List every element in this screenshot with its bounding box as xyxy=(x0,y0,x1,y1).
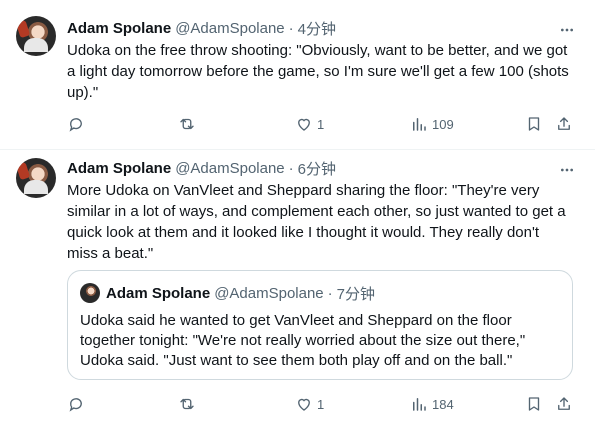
like-button[interactable]: 1 xyxy=(295,112,324,136)
reply-icon xyxy=(69,398,82,412)
avatar[interactable] xyxy=(16,16,56,56)
like-count: 1 xyxy=(317,396,325,412)
tweet-actions: 1 109 xyxy=(67,112,582,136)
views-button[interactable]: 184 xyxy=(410,392,454,416)
quoted-tweet-header: Adam Spolane @AdamSpolane · 7分钟 xyxy=(106,283,375,303)
reply-button[interactable] xyxy=(67,112,89,136)
author-name[interactable]: Adam Spolane xyxy=(67,160,171,177)
author-name[interactable]: Adam Spolane xyxy=(67,20,171,37)
views-chart-icon xyxy=(413,398,426,411)
more-horizontal-icon[interactable] xyxy=(557,20,577,40)
bookmark-icon xyxy=(528,117,540,131)
separator-dot: · xyxy=(327,284,333,302)
tweet[interactable]: Adam Spolane @AdamSpolane · 6分钟 More Udo… xyxy=(0,150,595,423)
retweet-icon xyxy=(180,398,194,410)
author-handle[interactable]: @AdamSpolane xyxy=(175,160,284,177)
separator-dot: · xyxy=(288,159,294,177)
reply-icon xyxy=(69,118,82,132)
share-icon xyxy=(558,117,570,130)
views-chart-icon xyxy=(413,118,426,131)
tweet-text: Udoka on the free throw shooting: "Obvio… xyxy=(67,42,569,101)
views-count: 109 xyxy=(432,116,454,132)
quoted-tweet[interactable]: Adam Spolane @AdamSpolane · 7分钟 Udoka sa… xyxy=(67,270,573,380)
timestamp[interactable]: 6分钟 xyxy=(298,158,336,179)
share-button[interactable] xyxy=(555,112,573,136)
retweet-button[interactable] xyxy=(178,392,200,416)
tweet-header: Adam Spolane @AdamSpolane · 4分钟 xyxy=(67,18,336,38)
bookmark-button[interactable] xyxy=(525,392,543,416)
retweet-icon xyxy=(180,118,194,130)
tweet-text: More Udoka on VanVleet and Sheppard shar… xyxy=(67,182,566,262)
quoted-avatar xyxy=(80,283,100,303)
reply-button[interactable] xyxy=(67,392,89,416)
like-count: 1 xyxy=(317,116,325,132)
tweet-actions: 1 184 xyxy=(67,392,582,416)
quoted-author-handle: @AdamSpolane xyxy=(214,284,324,302)
separator-dot: · xyxy=(288,19,294,37)
share-icon xyxy=(558,397,570,410)
quoted-tweet-text: Udoka said he wanted to get VanVleet and… xyxy=(80,312,526,369)
author-handle[interactable]: @AdamSpolane xyxy=(175,20,284,37)
quoted-timestamp: 7分钟 xyxy=(336,285,375,303)
heart-icon xyxy=(298,398,310,411)
views-button[interactable]: 109 xyxy=(410,112,454,136)
bookmark-icon xyxy=(528,397,540,411)
heart-icon xyxy=(298,118,310,131)
tweet[interactable]: Adam Spolane @AdamSpolane · 4分钟 Udoka on… xyxy=(0,0,595,150)
like-button[interactable]: 1 xyxy=(295,392,324,416)
quoted-author-name: Adam Spolane xyxy=(106,284,211,302)
tweet-header: Adam Spolane @AdamSpolane · 6分钟 xyxy=(67,158,336,178)
retweet-button[interactable] xyxy=(178,112,200,136)
avatar[interactable] xyxy=(16,158,56,198)
more-horizontal-icon[interactable] xyxy=(557,160,577,180)
timestamp[interactable]: 4分钟 xyxy=(298,18,336,39)
share-button[interactable] xyxy=(555,392,573,416)
views-count: 184 xyxy=(432,396,454,412)
bookmark-button[interactable] xyxy=(525,112,543,136)
